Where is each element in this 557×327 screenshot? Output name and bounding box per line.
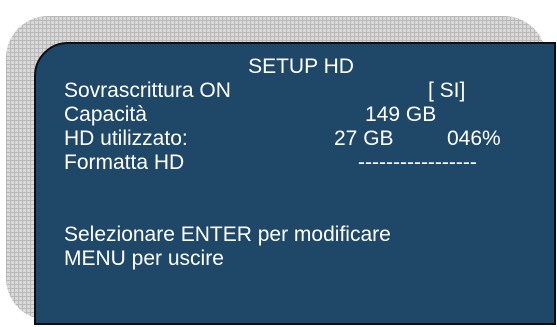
capacity-value: 149 GB <box>365 103 437 126</box>
hd-used-label: HD utilizzato: <box>64 127 188 150</box>
overwrite-value[interactable]: [ SI] <box>428 79 465 103</box>
menu-row-format-hd[interactable]: Formatta HD ----------------- <box>64 151 554 175</box>
osd-menu-panel: SETUP HD Sovrascrittura ON [ SI] Capacit… <box>34 42 556 325</box>
capacity-label: Capacità <box>64 103 147 126</box>
hd-used-value: 27 GB <box>334 127 394 150</box>
menu-row-overwrite[interactable]: Sovrascrittura ON [ SI] <box>64 79 554 103</box>
format-hd-value[interactable]: ----------------- <box>358 151 477 175</box>
menu-title: SETUP HD <box>248 55 354 78</box>
hd-used-percent: 046% <box>447 127 501 150</box>
setup-hd-screen: SETUP HD Sovrascrittura ON [ SI] Capacit… <box>0 0 557 327</box>
format-hd-label: Formatta HD <box>64 151 185 174</box>
menu-row-capacity: Capacità 149 GB <box>64 103 554 127</box>
instruction-enter: Selezionare ENTER per modificare <box>64 223 391 246</box>
overwrite-label: Sovrascrittura ON <box>64 79 231 102</box>
instruction-menu: MENU per uscire <box>64 247 224 270</box>
menu-row-hd-used: HD utilizzato: 27 GB 046% <box>64 127 554 151</box>
